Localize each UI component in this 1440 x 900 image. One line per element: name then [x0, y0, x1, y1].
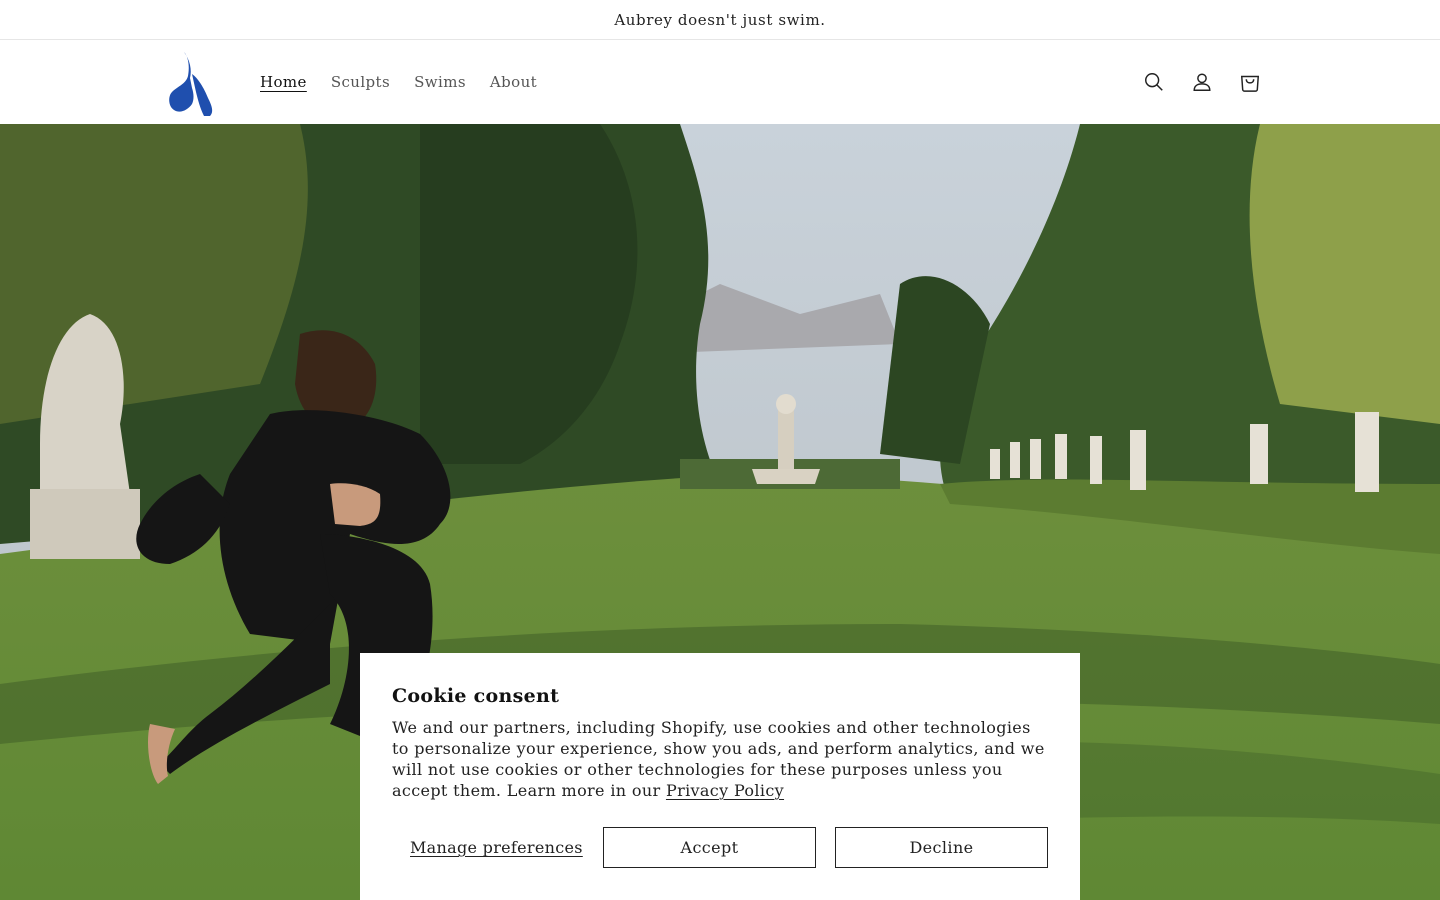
announcement-text: Aubrey doesn't just swim.	[614, 10, 826, 29]
nav-about[interactable]: About	[478, 73, 549, 91]
cart-button[interactable]	[1228, 60, 1272, 104]
brand-logo-icon	[169, 52, 213, 116]
manage-preferences-link[interactable]: Manage preferences	[410, 827, 583, 868]
accept-button[interactable]: Accept	[603, 827, 816, 868]
search-button[interactable]	[1132, 60, 1176, 104]
account-button[interactable]	[1180, 60, 1224, 104]
privacy-policy-link[interactable]: Privacy Policy	[666, 781, 784, 800]
cart-icon	[1240, 75, 1260, 92]
nav-swims[interactable]: Swims	[402, 73, 478, 91]
cookie-actions: Manage preferences Accept Decline	[392, 827, 1048, 868]
brand-logo[interactable]	[164, 48, 220, 116]
site-header: Home Sculpts Swims About	[0, 40, 1440, 124]
decline-button[interactable]: Decline	[835, 827, 1048, 868]
nav-sculpts[interactable]: Sculpts	[319, 73, 402, 91]
search-icon	[1145, 73, 1163, 91]
main-nav: Home Sculpts Swims About	[248, 40, 549, 124]
account-icon	[1193, 73, 1211, 91]
announcement-bar: Aubrey doesn't just swim.	[0, 0, 1440, 40]
cookie-title: Cookie consent	[392, 685, 560, 707]
cookie-consent-dialog: Cookie consent We and our partners, incl…	[360, 653, 1080, 900]
header-icons	[1132, 60, 1272, 104]
nav-home[interactable]: Home	[248, 73, 319, 91]
cookie-body: We and our partners, including Shopify, …	[392, 717, 1052, 801]
